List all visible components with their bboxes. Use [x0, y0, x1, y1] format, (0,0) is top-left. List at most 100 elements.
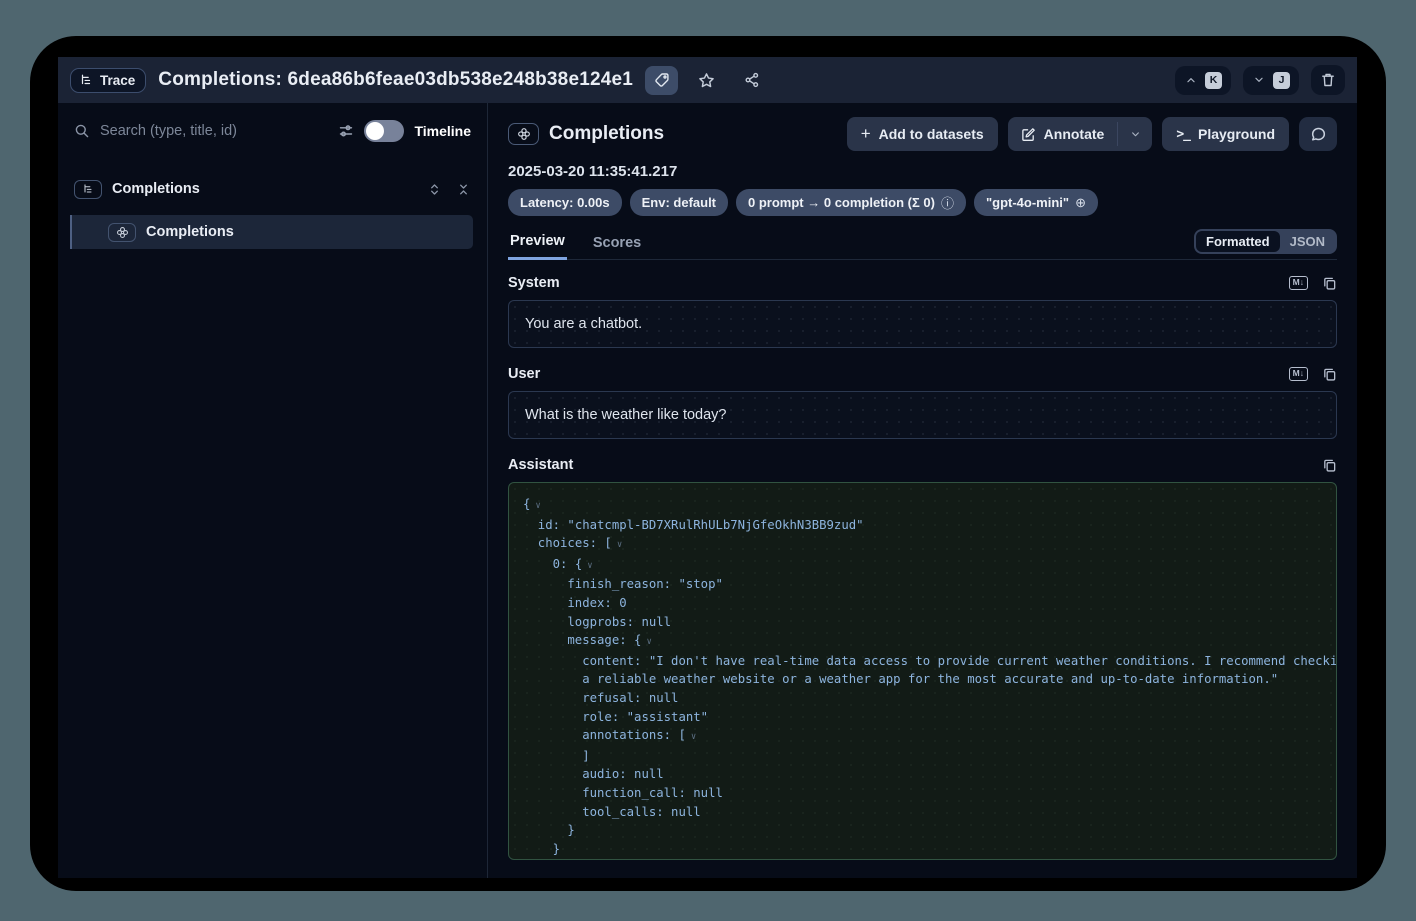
tab-preview[interactable]: Preview	[508, 233, 567, 260]
add-to-datasets-label: Add to datasets	[879, 126, 984, 142]
tab-scores[interactable]: Scores	[591, 235, 643, 259]
share-button[interactable]	[735, 66, 768, 95]
copy-icon[interactable]	[1322, 458, 1337, 473]
collapse-chevron-icon[interactable]: ∨	[646, 637, 651, 647]
run-timestamp: 2025-03-20 11:35:41.217	[488, 163, 1357, 180]
format-formatted[interactable]: Formatted	[1196, 231, 1280, 252]
code-line: logprobs: null	[523, 613, 1322, 632]
top-bar: Trace Completions: 6dea86b6feae03db538e2…	[58, 57, 1357, 103]
timeline-toggle[interactable]	[364, 120, 404, 142]
next-run-button[interactable]: J	[1243, 66, 1299, 95]
trace-viewer: Trace Completions: 6dea86b6feae03db538e2…	[58, 57, 1357, 878]
annotate-split-button: Annotate	[1008, 117, 1153, 151]
code-line: role: "assistant"	[523, 708, 1322, 727]
collapse-all-icon[interactable]	[456, 182, 471, 197]
info-icon[interactable]: ⓘ	[941, 193, 954, 212]
assistant-section-title: Assistant	[508, 457, 573, 473]
tag-icon	[654, 72, 670, 88]
code-line: ]	[523, 858, 1322, 860]
model-badge: "gpt-4o-mini" ⊕	[974, 189, 1098, 216]
run-badges: Latency: 0.00s Env: default 0 prompt → 0…	[488, 189, 1357, 216]
trace-tree-icon	[79, 73, 93, 87]
code-line: audio: null	[523, 765, 1322, 784]
code-line: }	[523, 821, 1322, 840]
code-line: a reliable weather website or a weather …	[523, 670, 1322, 689]
code-line: id: "chatcmpl-BD7XRulRhULb7NjGfeOkhN3BB9…	[523, 516, 1322, 535]
terminal-icon: >_	[1176, 127, 1190, 142]
kbd-j: J	[1273, 72, 1290, 89]
tree-root-completions[interactable]: Completions	[58, 173, 487, 205]
trace-badge[interactable]: Trace	[70, 68, 146, 93]
copy-icon[interactable]	[1322, 276, 1337, 291]
star-icon	[698, 72, 715, 89]
code-line: finish_reason: "stop"	[523, 575, 1322, 594]
comment-bubble-icon	[1310, 126, 1327, 143]
playground-label: Playground	[1198, 126, 1275, 142]
trace-title: Completions: 6dea86b6feae03db538e248b38e…	[158, 69, 633, 91]
search-input[interactable]	[100, 123, 328, 139]
add-to-datasets-button[interactable]: + Add to datasets	[847, 117, 998, 151]
format-toggle: Formatted JSON	[1194, 229, 1337, 254]
code-line: {∨	[523, 495, 1322, 516]
kbd-k: K	[1205, 72, 1222, 89]
filter-sliders-icon[interactable]	[338, 123, 354, 139]
search-icon	[74, 123, 90, 139]
trace-badge-label: Trace	[100, 73, 135, 88]
code-line: ]	[523, 747, 1322, 766]
annotate-button[interactable]: Annotate	[1008, 117, 1118, 151]
system-section-title: System	[508, 275, 560, 291]
chevron-down-icon	[1252, 73, 1266, 87]
annotate-label: Annotate	[1044, 126, 1105, 142]
tag-button[interactable]	[645, 66, 678, 95]
code-line: 0: {∨	[523, 555, 1322, 576]
trace-tree-icon	[74, 180, 102, 199]
code-line: content: "I don't have real-time data ac…	[523, 652, 1322, 671]
plus-circle-icon[interactable]: ⊕	[1075, 195, 1086, 211]
run-detail-panel: Completions + Add to datasets Annotate	[488, 103, 1357, 878]
tree-item-completions-selected[interactable]: Completions	[70, 215, 473, 249]
format-json[interactable]: JSON	[1280, 231, 1335, 252]
delete-button[interactable]	[1311, 65, 1345, 95]
code-line: annotations: [∨	[523, 726, 1322, 747]
markdown-icon[interactable]: M↓	[1289, 367, 1308, 380]
plus-icon: +	[861, 124, 871, 144]
collapse-chevron-icon[interactable]: ∨	[617, 540, 622, 550]
code-line: }	[523, 840, 1322, 859]
share-icon	[744, 72, 760, 88]
annotate-pencil-icon	[1021, 127, 1036, 142]
app-window: Trace Completions: 6dea86b6feae03db538e2…	[30, 36, 1386, 891]
expand-all-icon[interactable]	[427, 182, 442, 197]
chevron-up-icon	[1184, 73, 1198, 87]
code-line: message: {∨	[523, 631, 1322, 652]
user-message: What is the weather like today?	[508, 391, 1337, 439]
latency-badge: Latency: 0.00s	[508, 189, 622, 216]
collapse-chevron-icon[interactable]: ∨	[691, 732, 696, 742]
code-line: function_call: null	[523, 784, 1322, 803]
run-title: Completions	[549, 123, 664, 145]
detail-tabs: Preview Scores Formatted JSON	[508, 228, 1337, 260]
system-message: You are a chatbot.	[508, 300, 1337, 348]
assistant-json-viewer[interactable]: {∨id: "chatcmpl-BD7XRulRhULb7NjGfeOkhN3B…	[508, 482, 1337, 860]
token-usage-badge: 0 prompt → 0 completion (Σ 0) ⓘ	[736, 189, 966, 216]
trash-icon	[1320, 72, 1336, 88]
env-badge: Env: default	[630, 189, 728, 216]
playground-button[interactable]: >_ Playground	[1162, 117, 1289, 151]
code-line: choices: [∨	[523, 534, 1322, 555]
tree-root-label: Completions	[112, 181, 200, 197]
timeline-label: Timeline	[414, 123, 471, 139]
code-line: refusal: null	[523, 689, 1322, 708]
code-line: tool_calls: null	[523, 803, 1322, 822]
comments-button[interactable]	[1299, 117, 1337, 151]
collapse-chevron-icon[interactable]: ∨	[535, 501, 540, 511]
llm-pinwheel-icon	[508, 123, 539, 145]
star-button[interactable]	[690, 66, 723, 95]
copy-icon[interactable]	[1322, 367, 1337, 382]
annotate-dropdown-button[interactable]	[1118, 117, 1152, 151]
markdown-icon[interactable]: M↓	[1289, 276, 1308, 289]
code-line: index: 0	[523, 594, 1322, 613]
llm-pinwheel-icon	[108, 223, 136, 242]
tree-child-label: Completions	[146, 224, 234, 240]
collapse-chevron-icon[interactable]: ∨	[587, 561, 592, 571]
user-section-title: User	[508, 366, 540, 382]
prev-run-button[interactable]: K	[1175, 66, 1231, 95]
